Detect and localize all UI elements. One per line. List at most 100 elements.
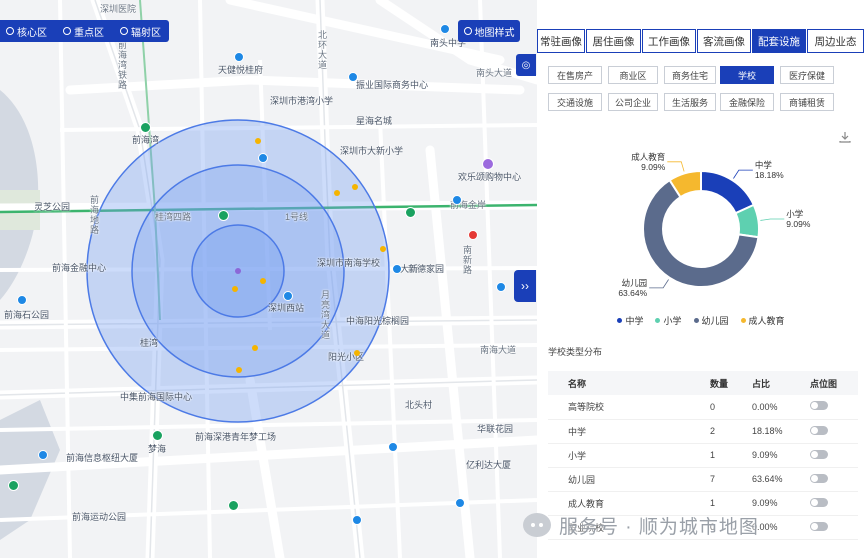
- category-company[interactable]: 公司企业: [608, 93, 658, 111]
- category-finance[interactable]: 金融保险: [720, 93, 774, 111]
- tab-traffic[interactable]: 客流画像: [697, 29, 751, 53]
- row-name: 幼儿园: [548, 467, 710, 492]
- map-label: 月亮湾大道: [321, 290, 331, 340]
- poi-marker[interactable]: [388, 442, 398, 452]
- category-for-sale[interactable]: 在售房产: [548, 66, 602, 84]
- poi-marker[interactable]: [392, 264, 402, 274]
- legend-item[interactable]: 中学: [617, 314, 643, 327]
- tab-surroundings[interactable]: 周边业态: [807, 29, 864, 53]
- map-label: 深圳西站: [268, 303, 305, 313]
- watermark-text: 服务号 · 顺为城市地图: [559, 516, 759, 538]
- school-type-donut-chart: 中学18.18%小学9.09%幼儿园63.64%成人教育9.09%: [618, 152, 811, 298]
- poi-marker[interactable]: [352, 515, 362, 525]
- map-label: 北环大道: [318, 30, 328, 70]
- table-row: 中学 2 18.18%: [548, 419, 858, 444]
- metro-station-icon[interactable]: [140, 122, 151, 133]
- tab-work[interactable]: 工作画像: [642, 29, 696, 53]
- poi-hospital-marker[interactable]: [468, 230, 478, 240]
- map-label: 桂湾四路: [155, 212, 192, 222]
- map-point-toggle[interactable]: [810, 497, 828, 507]
- legend-item[interactable]: 成人教育: [740, 314, 785, 327]
- row-count: 1: [710, 443, 752, 468]
- metro-station-icon[interactable]: [228, 500, 239, 511]
- category-commercial[interactable]: 商业区: [608, 66, 658, 84]
- map-label: 前海信息枢纽大厦: [66, 453, 139, 463]
- metro-station-icon[interactable]: [405, 207, 416, 218]
- map-label: 梦海: [148, 444, 167, 454]
- poi-marker[interactable]: [452, 195, 462, 205]
- school-point[interactable]: [354, 350, 360, 356]
- palette-icon: [463, 27, 472, 35]
- tab-living[interactable]: 居住画像: [586, 29, 641, 53]
- key-zone-button[interactable]: 重点区: [63, 24, 104, 39]
- school-point[interactable]: [260, 278, 266, 284]
- category-residential[interactable]: 商务住宅: [664, 66, 716, 84]
- poi-mall-marker[interactable]: [482, 158, 494, 170]
- school-point[interactable]: [352, 184, 358, 190]
- category-shop-rental[interactable]: 商铺租赁: [780, 93, 834, 111]
- map-label: 天健悦桂府: [218, 65, 264, 75]
- poi-marker[interactable]: [258, 153, 268, 163]
- slice-leader-line: [667, 161, 685, 172]
- table-row: 高等院校 0 0.00%: [548, 395, 858, 420]
- table-header: 名称 数量 占比 点位图: [548, 371, 858, 395]
- layers-icon: ◎: [521, 59, 531, 71]
- donut-slice[interactable]: [700, 169, 756, 215]
- category-school[interactable]: 学校: [720, 66, 774, 84]
- layers-button[interactable]: ◎: [516, 54, 536, 76]
- map-point-toggle[interactable]: [810, 473, 828, 483]
- school-point[interactable]: [232, 286, 238, 292]
- slice-label: 小学: [786, 209, 804, 219]
- legend-item[interactable]: 小学: [655, 314, 682, 327]
- slice-label: 中学: [755, 160, 773, 170]
- map-point-toggle[interactable]: [810, 425, 828, 435]
- poi-marker[interactable]: [283, 291, 293, 301]
- legend-item[interactable]: 幼儿园: [693, 314, 729, 327]
- poi-marker[interactable]: [38, 450, 48, 460]
- core-zone-button[interactable]: 核心区: [6, 24, 47, 39]
- column-header: 数量: [710, 371, 752, 395]
- table-row: 小学 1 9.09%: [548, 443, 858, 468]
- school-point[interactable]: [334, 190, 340, 196]
- column-header: 名称: [548, 371, 710, 395]
- row-name: 中学: [548, 419, 710, 444]
- map-label: 深圳医院: [100, 4, 137, 14]
- school-point[interactable]: [236, 367, 242, 373]
- metro-station-icon[interactable]: [152, 430, 163, 441]
- table-row: 幼儿园 7 63.64%: [548, 467, 858, 492]
- map-label: 前海地路: [90, 195, 100, 235]
- row-name: 高等院校: [548, 395, 710, 420]
- poi-marker[interactable]: [455, 498, 465, 508]
- map-view[interactable]: 深圳医院 南头中学 南头大道 北环大道 前海湾铁路 天健悦桂府 深圳市港湾小学 …: [0, 0, 537, 558]
- map-point-toggle[interactable]: [810, 521, 828, 531]
- category-medical[interactable]: 医疗保健: [780, 66, 834, 84]
- target-icon: [6, 27, 14, 35]
- panel-toggle-button[interactable]: ››: [514, 270, 536, 302]
- poi-marker[interactable]: [440, 24, 450, 34]
- tab-facilities[interactable]: 配套设施: [752, 29, 806, 53]
- poi-marker[interactable]: [17, 295, 27, 305]
- metro-station-icon[interactable]: [218, 210, 229, 221]
- category-life-service[interactable]: 生活服务: [664, 93, 716, 111]
- slice-label: 成人教育: [631, 152, 665, 162]
- school-point[interactable]: [252, 345, 258, 351]
- school-point[interactable]: [380, 246, 386, 252]
- map-point-toggle[interactable]: [810, 449, 828, 459]
- map-label: 1号线: [285, 212, 309, 222]
- map-label: 前海湾: [132, 135, 160, 145]
- row-percent: 9.09%: [752, 443, 810, 468]
- poi-marker[interactable]: [348, 72, 358, 82]
- map-style-button[interactable]: 地图样式: [458, 20, 520, 42]
- slice-value-label: 9.09%: [786, 219, 811, 229]
- map-point-toggle[interactable]: [810, 401, 828, 411]
- category-transport[interactable]: 交通设施: [548, 93, 602, 111]
- map-toolbar: 核心区 重点区 辐射区: [0, 20, 169, 42]
- map-label: 华联花园: [477, 424, 514, 434]
- poi-marker[interactable]: [234, 52, 244, 62]
- radiation-zone-button[interactable]: 辐射区: [120, 24, 161, 39]
- poi-marker[interactable]: [496, 282, 506, 292]
- tab-resident[interactable]: 常驻画像: [537, 29, 585, 53]
- map-label: 南头大道: [476, 68, 513, 78]
- metro-station-icon[interactable]: [8, 480, 19, 491]
- school-point[interactable]: [255, 138, 261, 144]
